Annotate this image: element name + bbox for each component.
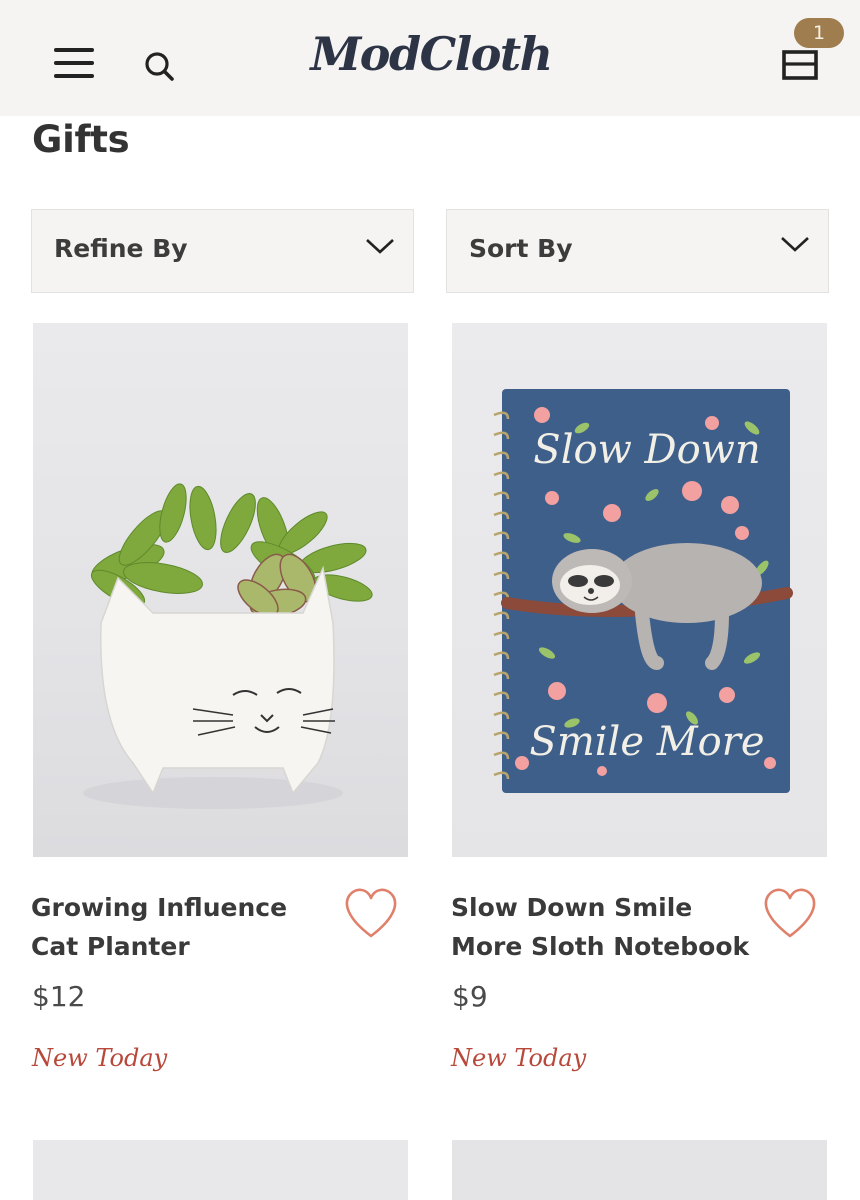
top-header: ModCloth 1: [0, 0, 860, 116]
new-today-badge: New Today: [451, 1044, 587, 1072]
chevron-down-icon: [366, 239, 394, 254]
page-title: Gifts: [32, 118, 130, 161]
chevron-down-icon: [781, 237, 809, 252]
modcloth-logo[interactable]: ModCloth: [300, 22, 562, 86]
product-image-next[interactable]: [33, 1140, 408, 1200]
product-price: $12: [32, 980, 86, 1013]
sort-by-dropdown[interactable]: Sort By: [446, 209, 829, 293]
product-price: $9: [452, 980, 488, 1013]
menu-bar: [54, 74, 94, 78]
product-image-sloth-notebook[interactable]: Slow Down Smile More: [452, 323, 827, 857]
menu-bar: [54, 48, 94, 52]
product-title-link[interactable]: Growing Influence Cat Planter: [31, 888, 331, 966]
product-image-next[interactable]: [452, 1140, 827, 1200]
hamburger-menu-icon[interactable]: [52, 46, 96, 82]
sort-by-label: Sort By: [469, 234, 573, 263]
product-title-link[interactable]: Slow Down Smile More Sloth Notebook: [451, 888, 751, 966]
menu-bar: [54, 61, 94, 65]
refine-by-label: Refine By: [54, 234, 188, 263]
heart-icon[interactable]: [341, 884, 401, 942]
new-today-badge: New Today: [32, 1044, 168, 1072]
product-image-cat-planter[interactable]: [33, 323, 408, 857]
refine-by-dropdown[interactable]: Refine By: [31, 209, 414, 293]
search-icon[interactable]: [140, 46, 180, 86]
heart-icon[interactable]: [760, 884, 820, 942]
cart-count-badge[interactable]: 1: [794, 18, 844, 48]
notebook-cover-text-top: Slow Down: [533, 427, 760, 473]
